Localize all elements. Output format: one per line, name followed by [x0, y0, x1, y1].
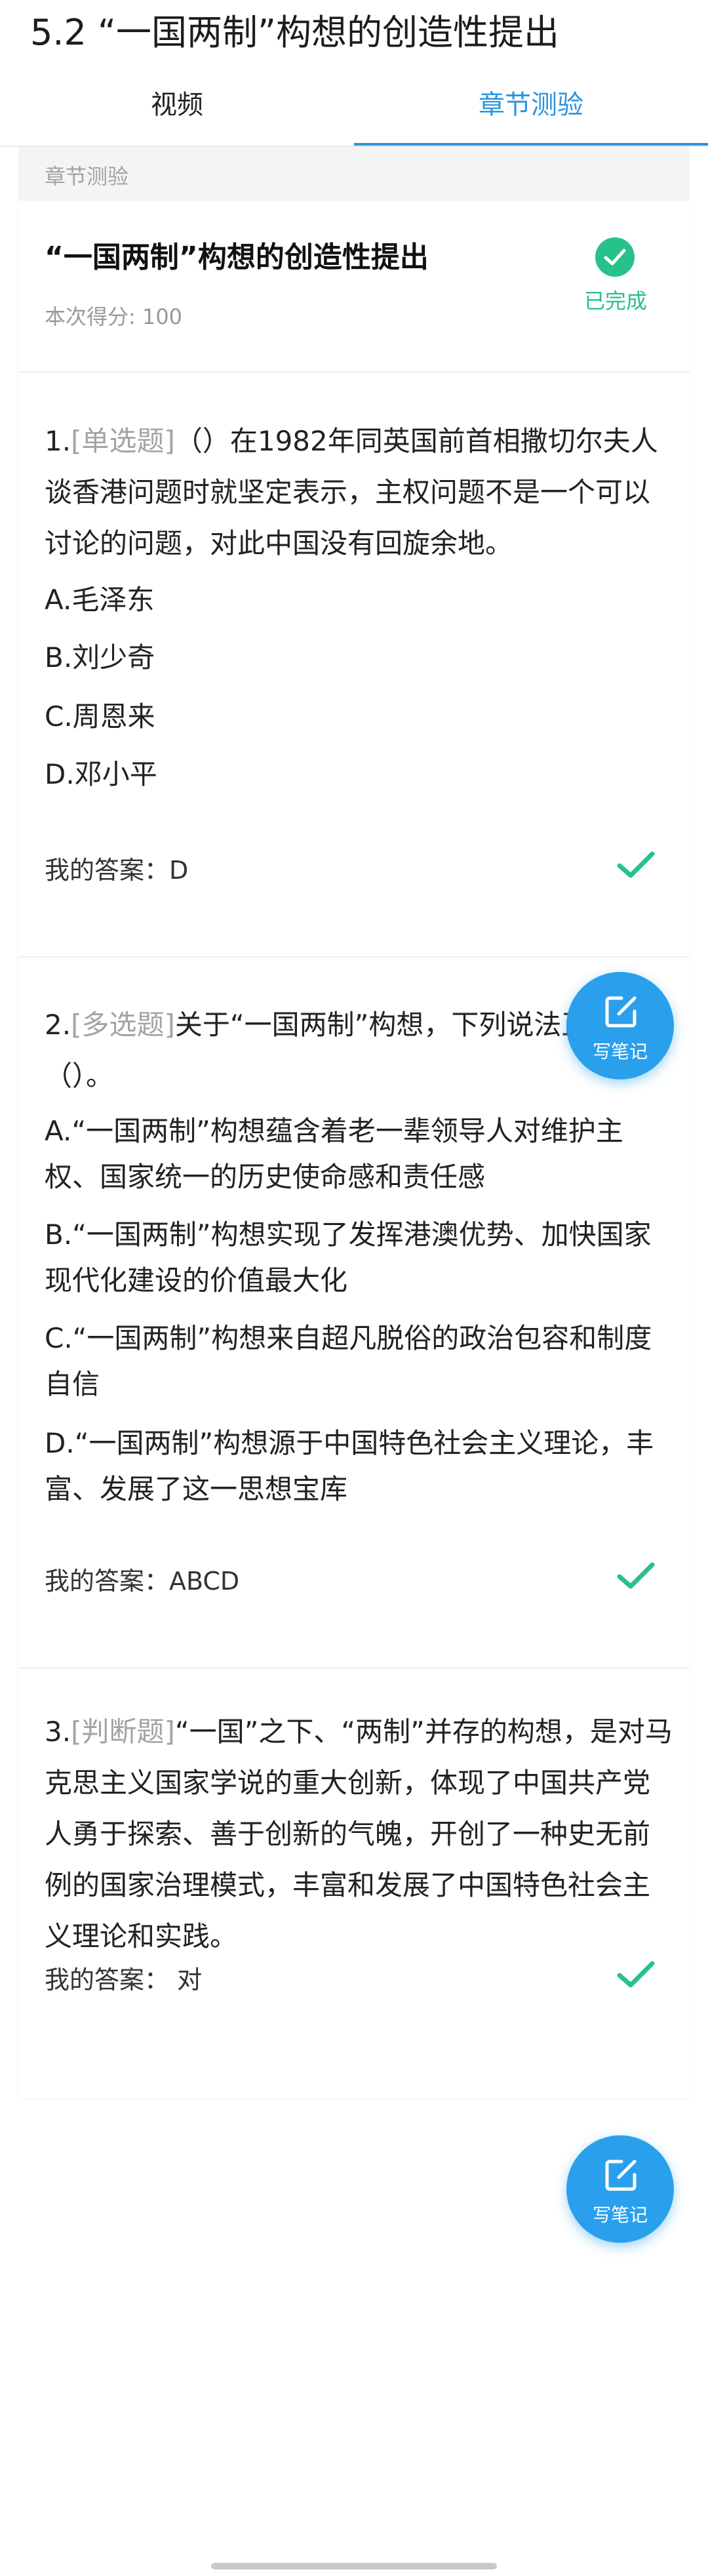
my-answer: 我的答案： 对 [45, 1965, 203, 1994]
option-c: C.周恩来 [45, 700, 155, 733]
tab-video[interactable]: 视频 [0, 72, 354, 146]
question-1: 1.[单选题]（）在1982年同英国前首相撒切尔夫人谈香港问题时就坚定表示，主权… [18, 372, 690, 957]
completed-check-icon [595, 237, 635, 277]
page-header: 5.2 “一国两制”构想的创造性提出 [0, 0, 708, 66]
question-stem: 1.[单选题]（）在1982年同英国前首相撒切尔夫人谈香港问题时就坚定表示，主权… [45, 416, 674, 569]
quiz-score: 本次得分: 100 [45, 304, 183, 329]
my-answer: 我的答案：ABCD [45, 1567, 240, 1596]
tab-bar: 视频 章节测验 [0, 72, 708, 147]
correct-check-icon [617, 851, 655, 878]
my-answer: 我的答案：D [45, 856, 189, 885]
quiz-section: 章节测验 “一国两制”构想的创造性提出 本次得分: 100 已完成 1.[单选题… [18, 147, 690, 2099]
edit-note-icon [605, 996, 637, 1028]
correct-check-icon [617, 1961, 655, 1988]
quiz-header: “一国两制”构想的创造性提出 本次得分: 100 已完成 [18, 201, 690, 372]
tab-chapter-quiz[interactable]: 章节测验 [354, 72, 708, 146]
option-d: D.邓小平 [45, 758, 157, 790]
correct-check-icon [617, 1562, 655, 1589]
completed-status: 已完成 [583, 289, 647, 313]
quiz-title: “一国两制”构想的创造性提出 [45, 241, 429, 274]
question-type: [判断题] [71, 1716, 175, 1748]
question-number: 1. [45, 425, 71, 457]
option-c: C.“一国两制”构想来自超凡脱俗的政治包容和制度自信 [45, 1322, 652, 1400]
quiz-card: “一国两制”构想的创造性提出 本次得分: 100 已完成 1.[单选题]（）在1… [18, 201, 690, 2099]
question-type: [单选题] [71, 425, 175, 457]
option-b: B.“一国两制”构想实现了发挥港澳优势、加快国家现代化建设的价值最大化 [45, 1218, 652, 1297]
write-note-button[interactable]: 写笔记 [566, 972, 674, 1079]
page-title: 5.2 “一国两制”构想的创造性提出 [30, 12, 559, 53]
section-label: 章节测验 [45, 164, 129, 189]
option-b: B.刘少奇 [45, 641, 155, 674]
home-indicator[interactable] [211, 2563, 497, 2569]
option-a: A.毛泽东 [45, 584, 155, 616]
question-number: 3. [45, 1716, 71, 1748]
edit-note-icon [605, 2160, 637, 2191]
option-a: A.“一国两制”构想蕴含着老一辈领导人对维护主权、国家统一的历史使命感和责任感 [45, 1115, 623, 1193]
question-stem: 3.[判断题]“一国”之下、“两制”并存的构想，是对马克思主义国家学说的重大创新… [45, 1706, 674, 1962]
question-number: 2. [45, 1009, 71, 1041]
write-note-label: 写笔记 [592, 2204, 648, 2226]
question-text: “一国”之下、“两制”并存的构想，是对马克思主义国家学说的重大创新，体现了中国共… [45, 1716, 673, 1952]
option-d: D.“一国两制”构想源于中国特色社会主义理论，丰富、发展了这一思想宝库 [45, 1427, 654, 1505]
write-note-label: 写笔记 [592, 1041, 648, 1062]
question-3: 3.[判断题]“一国”之下、“两制”并存的构想，是对马克思主义国家学说的重大创新… [18, 1667, 690, 2097]
write-note-button[interactable]: 写笔记 [566, 2135, 674, 2243]
question-type: [多选题] [71, 1009, 175, 1041]
active-tab-indicator [354, 143, 708, 146]
